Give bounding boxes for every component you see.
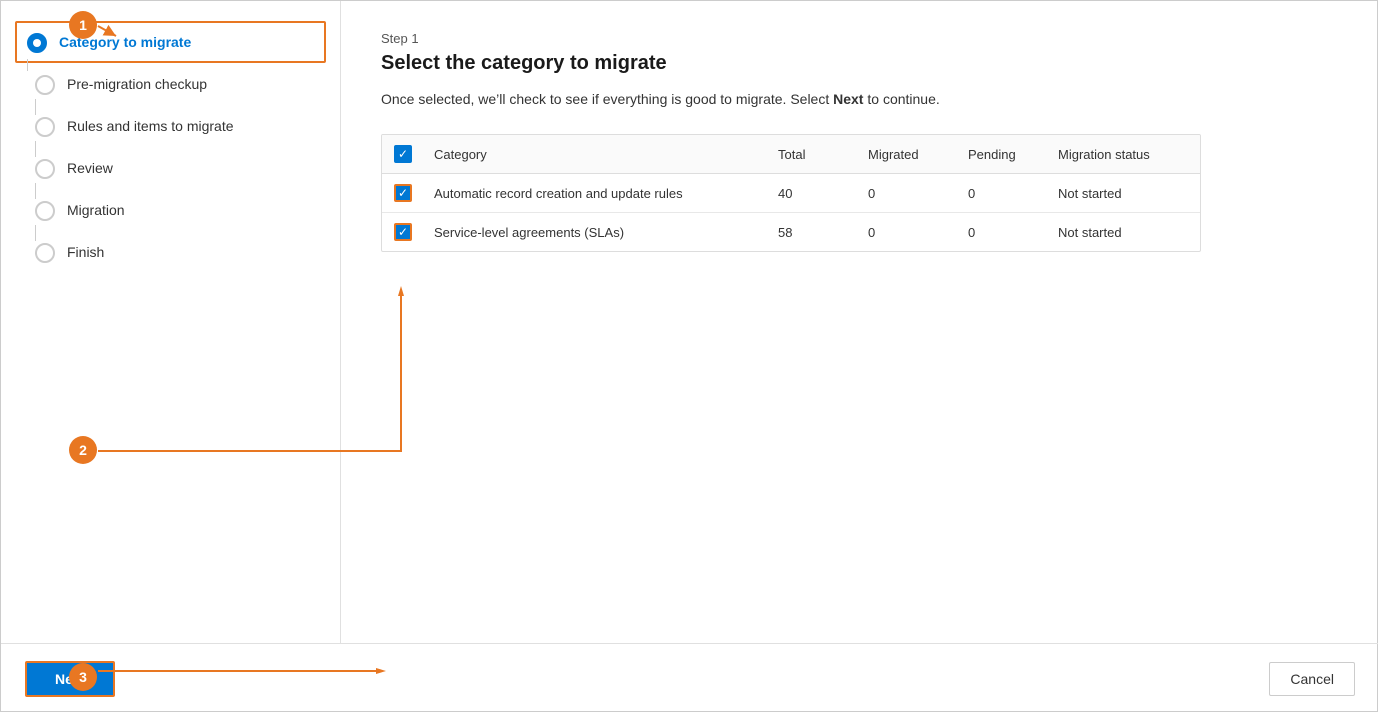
row1-pending: 0: [968, 186, 1058, 201]
annotation-badge-1: 1: [69, 11, 97, 39]
sidebar-item-review[interactable]: Review: [25, 147, 316, 189]
step-desc-bold: Next: [833, 91, 863, 107]
step-title: Select the category to migrate: [381, 52, 1339, 75]
annotation-badge-2: 2: [69, 436, 97, 464]
sidebar-label-migration: Migration: [67, 199, 125, 221]
row2-checkbox-cell: ✓: [394, 223, 434, 241]
footer: Next Cancel: [1, 643, 1378, 711]
step-circle-3: [35, 117, 55, 137]
sidebar-label-review: Review: [67, 157, 113, 179]
step-circle-5: [35, 201, 55, 221]
step-number: Step 1: [381, 31, 1339, 46]
row1-total: 40: [778, 186, 868, 201]
annotation-badge-3: 3: [69, 663, 97, 691]
row2-total: 58: [778, 225, 868, 240]
row1-category: Automatic record creation and update rul…: [434, 186, 778, 201]
row2-category: Service-level agreements (SLAs): [434, 225, 778, 240]
row2-migrated: 0: [868, 225, 968, 240]
step-circle-6: [35, 243, 55, 263]
check-icon: ✓: [398, 187, 408, 199]
row1-checkbox-cell: ✓: [394, 184, 434, 202]
step-circle-1: [27, 33, 47, 53]
row1-checkbox[interactable]: ✓: [394, 184, 412, 202]
table-row: ✓ Automatic record creation and update r…: [382, 174, 1200, 213]
row2-checkbox[interactable]: ✓: [394, 223, 412, 241]
sidebar-label-finish: Finish: [67, 241, 104, 263]
step-description: Once selected, we’ll check to see if eve…: [381, 89, 1339, 110]
sidebar-item-category-to-migrate[interactable]: Category to migrate: [15, 21, 326, 63]
header-checkbox-cell: ✓: [394, 145, 434, 163]
migration-table: ✓ Category Total Migrated Pending Migrat…: [381, 134, 1201, 252]
table-header: ✓ Category Total Migrated Pending Migrat…: [382, 135, 1200, 174]
sidebar-item-pre-migration[interactable]: Pre-migration checkup: [25, 63, 316, 105]
row2-status: Not started: [1058, 225, 1188, 240]
col-header-total: Total: [778, 147, 868, 162]
select-all-checkbox[interactable]: ✓: [394, 145, 412, 163]
step-desc-text: Once selected, we’ll check to see if eve…: [381, 91, 833, 107]
check-icon: ✓: [398, 226, 408, 238]
row1-migrated: 0: [868, 186, 968, 201]
col-header-pending: Pending: [968, 147, 1058, 162]
check-icon: ✓: [398, 148, 408, 160]
sidebar-item-migration[interactable]: Migration: [25, 189, 316, 231]
col-header-status: Migration status: [1058, 147, 1188, 162]
row2-pending: 0: [968, 225, 1058, 240]
table-row: ✓ Service-level agreements (SLAs) 58 0 0…: [382, 213, 1200, 251]
row1-status: Not started: [1058, 186, 1188, 201]
sidebar-label-pre-migration: Pre-migration checkup: [67, 73, 207, 95]
step-circle-4: [35, 159, 55, 179]
content-area: Step 1 Select the category to migrate On…: [341, 1, 1378, 643]
step-desc-after: to continue.: [863, 91, 939, 107]
sidebar-item-rules[interactable]: Rules and items to migrate: [25, 105, 316, 147]
col-header-category: Category: [434, 147, 778, 162]
cancel-button[interactable]: Cancel: [1269, 662, 1355, 696]
sidebar-item-finish[interactable]: Finish: [25, 231, 316, 273]
sidebar-label-rules: Rules and items to migrate: [67, 115, 234, 137]
step-circle-2: [35, 75, 55, 95]
sidebar: Category to migrate Pre-migration checku…: [1, 1, 341, 643]
col-header-migrated: Migrated: [868, 147, 968, 162]
